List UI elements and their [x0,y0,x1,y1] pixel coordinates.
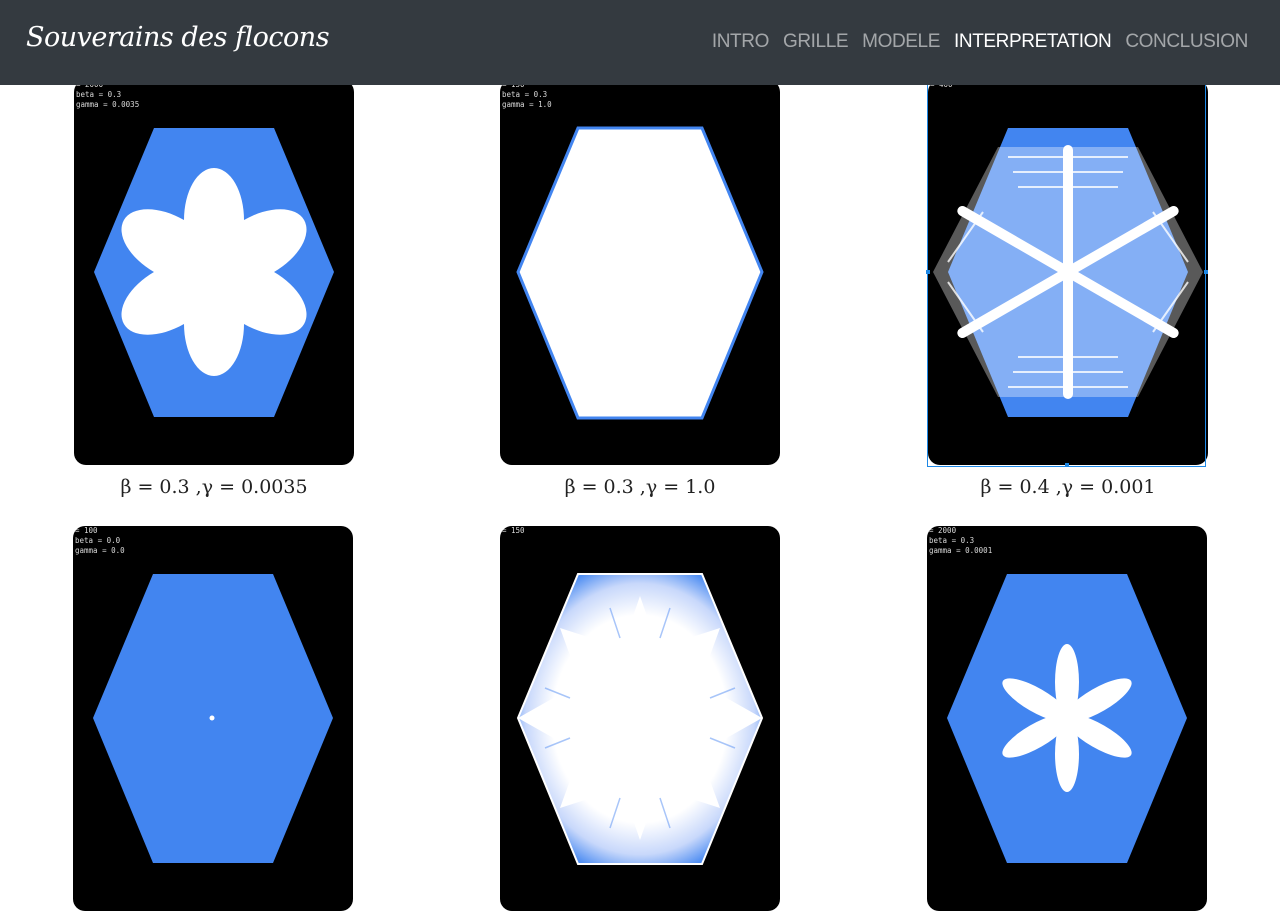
snowflake-graphic-1 [94,128,334,417]
snowflake-graphic-2 [516,126,764,420]
snowflake-image-6: = 2000 beta = 0.3 gamma = 0.0001 [927,526,1207,911]
nav-link-grille[interactable]: GRILLE [783,31,849,53]
selection-outline-left [927,85,928,467]
simulation-parameters-5: = 150 [502,526,525,535]
brand-logo[interactable]: Souverains des flocons [26,22,330,53]
nav-links: INTRO GRILLE MODELE INTERPRETATION CONCL… [712,31,1249,53]
caption-2: β = 0.3 ,γ = 1.0 [564,476,716,498]
nav-link-modele[interactable]: MODELE [862,31,940,53]
simulation-parameters-6: = 2000 beta = 0.3 gamma = 0.0001 [929,526,993,555]
snowflake-image-1: = 2000 beta = 0.3 gamma = 0.0035 [74,80,354,465]
caption-1: β = 0.3 ,γ = 0.0035 [120,476,308,498]
selection-outline-right [1205,85,1206,467]
navbar: Souverains des flocons INTRO GRILLE MODE… [0,0,1280,85]
simulation-parameters-4: = 100 beta = 0.0 gamma = 0.0 [75,526,125,555]
snowflake-image-2: = 150 beta = 0.3 gamma = 1.0 [500,80,780,465]
snowflake-image-3: = 400 [928,80,1208,465]
snowflake-graphic-6 [947,574,1187,863]
snowflake-graphic-5 [516,573,764,865]
snowflake-graphic-4 [93,574,333,863]
selection-outline-bottom [928,466,1206,467]
caption-3: β = 0.4 ,γ = 0.001 [980,476,1156,498]
snowflake-graphic-3 [933,128,1203,417]
nav-link-intro[interactable]: INTRO [712,31,770,53]
nav-link-conclusion[interactable]: CONCLUSION [1125,31,1248,53]
nav-link-interpretation[interactable]: INTERPRETATION [954,31,1112,53]
snowflake-image-5: = 150 [500,526,780,911]
snowflake-image-4: = 100 beta = 0.0 gamma = 0.0 [73,526,353,911]
